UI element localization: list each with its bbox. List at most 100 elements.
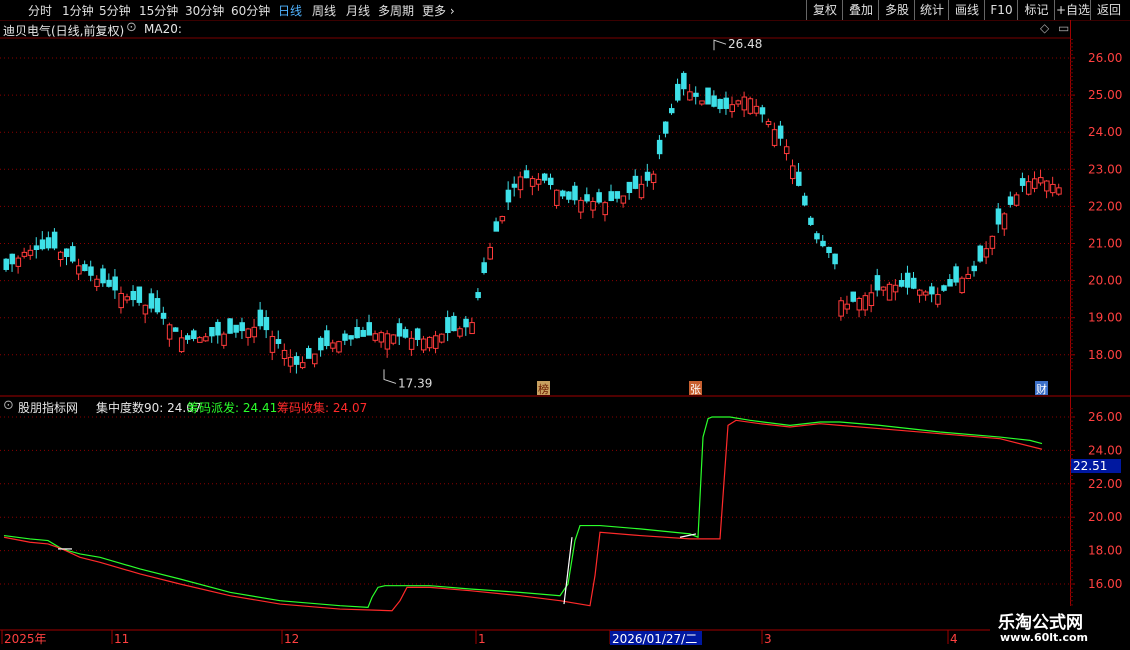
candle — [203, 333, 209, 342]
candle — [693, 86, 699, 105]
diamond-icon[interactable]: ◇ — [1040, 21, 1049, 35]
candle — [427, 336, 433, 352]
candle — [1044, 180, 1050, 199]
candle — [644, 163, 651, 187]
main-y-label: 23.00 — [1088, 162, 1122, 176]
candle — [227, 318, 233, 334]
restore-icon[interactable]: ▭ — [1058, 21, 1069, 35]
toolbar-button-3[interactable]: 统计 — [914, 0, 949, 20]
candle — [608, 184, 614, 202]
candle — [215, 319, 221, 344]
candle — [245, 327, 251, 346]
toolbar-button-4[interactable]: 画线 — [948, 0, 985, 20]
candle — [614, 191, 621, 203]
toolbar-button-2[interactable]: 多股 — [878, 0, 915, 20]
candle — [826, 246, 832, 258]
candle — [330, 339, 336, 353]
period-tab-6[interactable]: 日线 — [278, 2, 302, 19]
candle — [197, 336, 203, 343]
sub-y-label: 16.00 — [1088, 577, 1122, 591]
candle — [771, 122, 778, 148]
main-y-label: 20.00 — [1088, 274, 1122, 288]
candle — [874, 268, 881, 297]
candle — [221, 331, 227, 349]
candle — [15, 255, 22, 274]
toolbar-button-0[interactable]: 复权 — [806, 0, 843, 20]
candle — [523, 165, 530, 179]
candle — [977, 244, 984, 263]
candle — [475, 288, 481, 301]
candle — [118, 286, 124, 314]
period-tab-5[interactable]: 60分钟 — [231, 2, 270, 19]
candle — [299, 356, 306, 370]
period-tab-4[interactable]: 30分钟 — [185, 2, 224, 19]
candle — [130, 285, 137, 307]
candle — [263, 310, 270, 339]
x-axis-label: 2026/01/27/二 — [612, 632, 697, 646]
main-y-label: 19.00 — [1088, 311, 1122, 325]
candle — [142, 304, 149, 324]
candle — [439, 333, 445, 344]
toolbar-button-8[interactable]: 返回 — [1090, 0, 1127, 20]
event-badge[interactable] — [537, 381, 550, 395]
candle — [166, 322, 173, 347]
indicator-name: 股朋指标网 — [18, 401, 79, 415]
candle — [154, 290, 161, 315]
period-tab-0[interactable]: 分时 — [28, 2, 52, 19]
candle — [681, 71, 687, 96]
sub-y-label: 18.00 — [1088, 544, 1122, 558]
candle — [360, 326, 366, 337]
period-tab-1[interactable]: 1分钟 — [62, 2, 94, 19]
candle — [971, 260, 977, 277]
period-tab-8[interactable]: 月线 — [346, 2, 370, 19]
main-y-label: 24.00 — [1088, 125, 1122, 139]
candle — [753, 98, 760, 117]
candle — [9, 253, 16, 272]
candle — [765, 118, 772, 128]
candle — [21, 247, 28, 259]
period-tab-9[interactable]: 多周期 — [378, 2, 414, 19]
period-tab-3[interactable]: 15分钟 — [139, 2, 178, 19]
candle — [790, 159, 796, 185]
candle — [814, 231, 820, 244]
candle — [1013, 192, 1020, 207]
candle — [548, 173, 554, 190]
candle — [257, 301, 264, 330]
period-tab-2[interactable]: 5分钟 — [99, 2, 131, 19]
distribute-line — [3, 416, 1043, 609]
candle — [953, 263, 959, 286]
toolbar-button-5[interactable]: F10 — [984, 0, 1018, 20]
candle — [705, 87, 711, 105]
watermark-url: www.60lt.com — [1000, 631, 1089, 644]
candle — [584, 187, 590, 204]
stock-title: 迪贝电气(日线,前复权) — [3, 24, 125, 38]
event-badge[interactable] — [689, 381, 702, 395]
collapse-icon[interactable]: ⊙ — [126, 20, 137, 35]
event-badge-label: 张 — [690, 383, 701, 396]
candle — [850, 291, 856, 303]
candle — [844, 295, 850, 314]
candle — [463, 316, 469, 336]
candle — [541, 172, 548, 184]
candle — [33, 237, 40, 259]
toolbar-button-7[interactable]: +自选 — [1054, 0, 1091, 20]
candle — [76, 258, 82, 281]
candle — [293, 352, 300, 374]
candle — [626, 181, 633, 200]
concentration-value: 集中度数90: 24.07 — [96, 401, 202, 415]
indicator-collapse-icon[interactable]: ⊙ — [3, 398, 14, 413]
candle — [517, 171, 524, 199]
period-tab-7[interactable]: 周线 — [312, 2, 336, 19]
candle — [898, 273, 905, 288]
event-badge[interactable] — [1035, 381, 1048, 395]
more-menu[interactable]: 更多 › — [422, 2, 455, 19]
candle — [711, 90, 717, 108]
candle — [191, 328, 197, 342]
candle — [880, 286, 887, 297]
sub-y-label: 20.00 — [1088, 510, 1122, 524]
candle — [445, 310, 451, 342]
toolbar-button-1[interactable]: 叠加 — [842, 0, 879, 20]
toolbar-button-6[interactable]: 标记 — [1017, 0, 1055, 20]
candle — [100, 264, 106, 287]
candle — [602, 200, 608, 222]
